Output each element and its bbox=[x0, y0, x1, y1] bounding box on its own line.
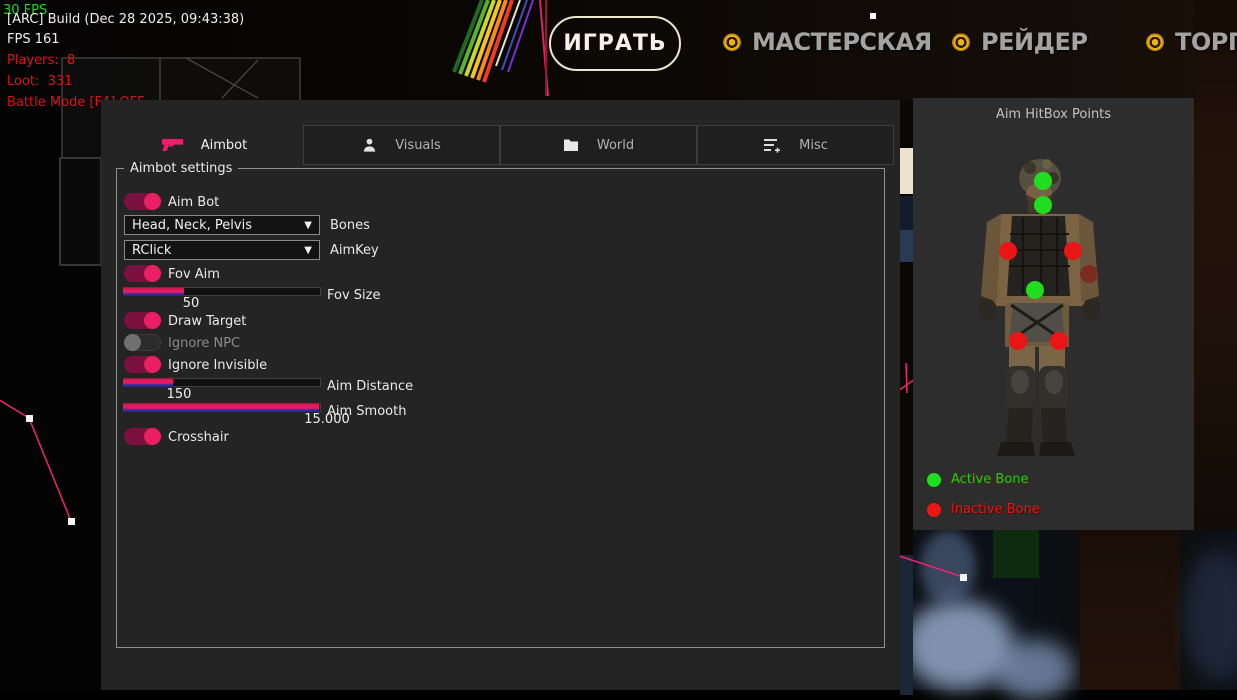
tab-misc[interactable]: Misc bbox=[697, 125, 894, 165]
scene-dark-block bbox=[900, 196, 913, 230]
esp-marker bbox=[870, 13, 876, 19]
aim-smooth-value: 15.000 bbox=[297, 412, 357, 427]
ignore-npc-toggle[interactable] bbox=[124, 334, 161, 351]
bone-dot-pelvis[interactable] bbox=[1026, 281, 1044, 299]
hud-build: [ARC] Build (Dec 28 2025, 09:43:38) bbox=[7, 12, 244, 27]
coin-icon bbox=[1146, 33, 1164, 51]
bone-dot-neck[interactable] bbox=[1034, 196, 1052, 214]
coin-icon bbox=[723, 33, 741, 51]
bone-dot-head[interactable] bbox=[1034, 172, 1052, 190]
esp-marker bbox=[68, 518, 75, 525]
active-bone-label: Active Bone bbox=[951, 472, 1028, 487]
scene-wood-column bbox=[1194, 0, 1237, 530]
aimkey-label: AimKey bbox=[330, 243, 379, 258]
coin-icon bbox=[952, 33, 970, 51]
hud-players: Players: 8 bbox=[7, 53, 75, 68]
cheat-menu-panel: Aimbot Visuals World Misc Aimbot s bbox=[101, 100, 900, 690]
aim-hitbox-panel: Aim HitBox Points bbox=[913, 98, 1194, 530]
bone-dot-left-elbow[interactable] bbox=[999, 242, 1017, 260]
legend-inactive-bone: Inactive Bone bbox=[927, 502, 1040, 517]
scene-strip bbox=[900, 100, 913, 690]
person-icon bbox=[362, 137, 377, 153]
bone-dot-right-elbow[interactable] bbox=[1064, 242, 1082, 260]
tab-aimbot[interactable]: Aimbot bbox=[105, 125, 303, 165]
chevron-down-icon: ▼ bbox=[304, 220, 312, 231]
tab-label: Misc bbox=[799, 138, 828, 153]
aim-smooth-slider[interactable] bbox=[123, 403, 321, 412]
crosshair-label: Crosshair bbox=[168, 430, 229, 445]
scene-blue-block bbox=[900, 230, 913, 262]
legend-active-bone: Active Bone bbox=[927, 472, 1028, 487]
aim-distance-slider[interactable] bbox=[123, 378, 321, 387]
nav-item-raider[interactable]: РЕЙДЕР bbox=[952, 28, 1087, 56]
ignore-npc-label: Ignore NPC bbox=[168, 336, 240, 351]
fov-size-label: Fov Size bbox=[327, 288, 380, 303]
nav-item-label: ТОРГОВЕЦ bbox=[1175, 28, 1237, 56]
tab-world[interactable]: World bbox=[500, 125, 697, 165]
nav-item-masterskaya[interactable]: МАСТЕРСКАЯ bbox=[723, 28, 932, 56]
ignore-invisible-label: Ignore Invisible bbox=[168, 358, 267, 373]
ignore-invisible-toggle[interactable] bbox=[124, 356, 161, 373]
aim-bot-toggle[interactable] bbox=[124, 193, 161, 210]
aim-smooth-slider-fill bbox=[123, 403, 319, 412]
fov-size-value: 50 bbox=[161, 296, 221, 311]
bone-dot-right-thigh[interactable] bbox=[1050, 332, 1068, 350]
snow-blob bbox=[994, 640, 1074, 700]
tab-label: Visuals bbox=[395, 138, 441, 153]
exit-sign bbox=[993, 530, 1039, 578]
aimkey-dropdown[interactable]: RClick ▼ bbox=[124, 240, 320, 260]
esp-marker bbox=[26, 415, 33, 422]
scene-sign bbox=[900, 148, 913, 194]
aim-distance-slider-fill bbox=[123, 378, 173, 387]
esp-marker bbox=[960, 574, 967, 581]
active-bone-dot-icon bbox=[927, 473, 941, 487]
nav-item-torgovets[interactable]: ТОРГОВЕЦ bbox=[1146, 28, 1237, 56]
tab-visuals[interactable]: Visuals bbox=[303, 125, 500, 165]
fov-size-slider[interactable] bbox=[123, 287, 321, 296]
nav-item-label: МАСТЕРСКАЯ bbox=[752, 28, 932, 56]
bones-dropdown-value: Head, Neck, Pelvis bbox=[132, 218, 252, 233]
fov-aim-toggle[interactable] bbox=[124, 265, 161, 282]
scene-blue-block bbox=[900, 555, 913, 695]
aim-distance-value: 150 bbox=[149, 387, 209, 402]
aimkey-dropdown-value: RClick bbox=[132, 243, 171, 258]
chevron-down-icon: ▼ bbox=[304, 245, 312, 256]
pistol-icon bbox=[161, 138, 183, 153]
character-model bbox=[913, 98, 1194, 530]
aimbot-settings-title: Aimbot settings bbox=[124, 161, 238, 176]
folder-icon bbox=[563, 138, 579, 152]
tab-label: World bbox=[597, 138, 634, 153]
hud-loot: Loot: 331 bbox=[7, 74, 72, 89]
inactive-bone-dot-icon bbox=[927, 503, 941, 517]
play-button[interactable]: ИГРАТЬ bbox=[549, 16, 681, 71]
sliders-plus-icon bbox=[763, 137, 781, 153]
bones-label: Bones bbox=[330, 218, 370, 233]
bone-dot-left-thigh[interactable] bbox=[1009, 332, 1027, 350]
draw-target-toggle[interactable] bbox=[124, 312, 161, 329]
nav-item-label: РЕЙДЕР bbox=[981, 28, 1087, 56]
draw-target-label: Draw Target bbox=[168, 314, 246, 329]
fov-size-slider-fill bbox=[123, 287, 184, 296]
scene-bottom-right bbox=[884, 530, 1237, 690]
crosshair-toggle[interactable] bbox=[124, 428, 161, 445]
ice-glow bbox=[1184, 550, 1237, 680]
hud-fps: FPS 161 bbox=[7, 32, 60, 47]
wood-pillar bbox=[1080, 530, 1180, 690]
aim-bot-label: Aim Bot bbox=[168, 195, 219, 210]
tab-label: Aimbot bbox=[201, 138, 247, 153]
bones-dropdown[interactable]: Head, Neck, Pelvis ▼ bbox=[124, 215, 320, 235]
window-glow bbox=[920, 530, 976, 604]
aim-distance-label: Aim Distance bbox=[327, 379, 413, 394]
inactive-bone-label: Inactive Bone bbox=[951, 502, 1040, 517]
fov-aim-label: Fov Aim bbox=[168, 267, 220, 282]
